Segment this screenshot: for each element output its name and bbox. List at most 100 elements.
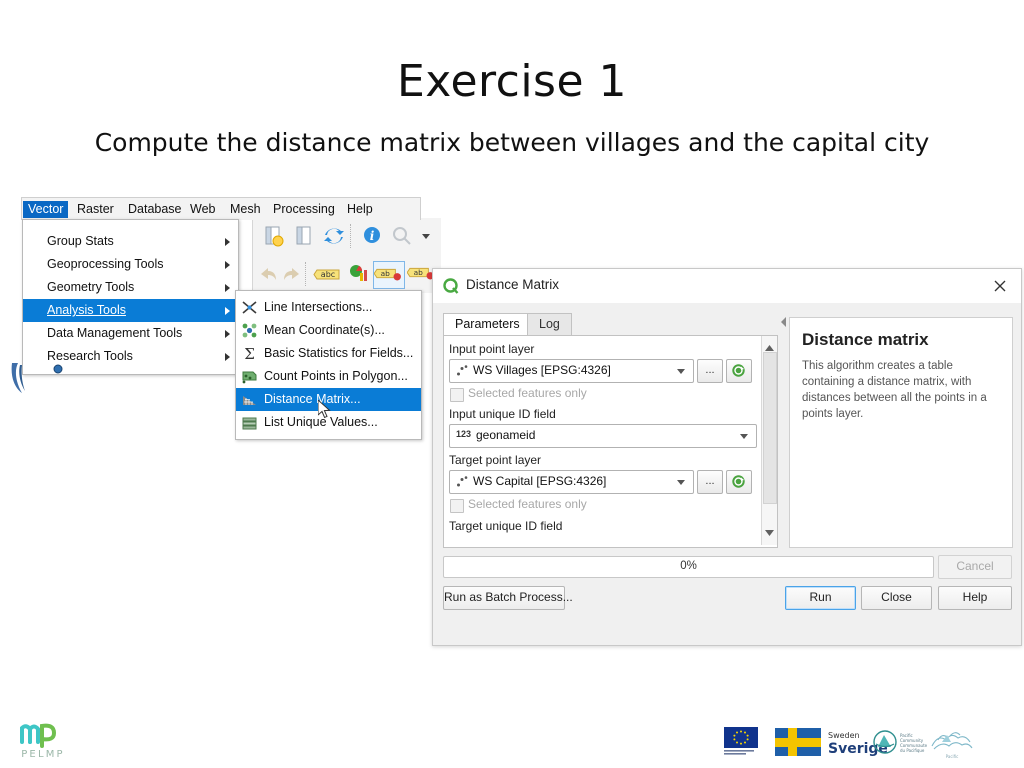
menu-vector[interactable]: Vector xyxy=(23,201,69,218)
submenu-item-line-intersections-label: Line Intersections... xyxy=(264,300,373,314)
input-point-layer-combo[interactable]: WS Villages [EPSG:4326] xyxy=(449,359,694,383)
menu-raster-label: Raster xyxy=(77,202,114,216)
cancel-button[interactable]: Cancel xyxy=(938,555,1012,579)
collapse-panel-handle[interactable] xyxy=(780,315,788,327)
submenu-item-count-points-in-polygon[interactable]: Count Points in Polygon... xyxy=(236,365,421,388)
run-as-batch-button-label: Run as Batch Process... xyxy=(444,590,573,604)
menu-item-group-stats[interactable]: Group Stats xyxy=(23,230,238,253)
submenu-item-distance-matrix[interactable]: Distance Matrix... xyxy=(236,388,421,419)
input-point-layer-browse-button[interactable]: ... xyxy=(697,359,723,383)
page-title: Exercise 1 xyxy=(396,56,628,107)
partner-logos: Sweden Sverige Pacific Community Communau… xyxy=(722,722,973,762)
tab-log-label: Log xyxy=(539,317,560,331)
help-button[interactable]: Help xyxy=(938,586,1012,610)
submenu-item-basic-statistics-label: Basic Statistics for Fields... xyxy=(264,346,414,360)
mean-coordinates-icon xyxy=(241,322,258,339)
menu-item-data-management-tools-label: Data Management Tools xyxy=(47,326,183,340)
label-ab-pin-icon[interactable]: ab xyxy=(373,261,405,289)
toolbar-separator-2 xyxy=(305,262,307,286)
help-body: This algorithm creates a table containin… xyxy=(802,360,987,420)
page-subtitle: Compute the distance matrix between vill… xyxy=(94,128,930,157)
target-point-layer-iterate-button[interactable] xyxy=(726,470,752,494)
input-unique-id-combo[interactable]: 123 geonameid xyxy=(449,424,757,448)
submenu-item-list-unique-values[interactable]: List Unique Values... xyxy=(236,411,421,434)
toolbar-row-bottom: abc ab ab xyxy=(253,256,441,293)
menu-item-geometry-tools-label: Geometry Tools xyxy=(47,280,135,294)
menu-top-padding xyxy=(23,220,238,230)
menu-item-geoprocessing-tools[interactable]: Geoprocessing Tools xyxy=(23,253,238,276)
label-abc-icon[interactable]: abc xyxy=(313,261,343,287)
close-button[interactable]: Close xyxy=(861,586,932,610)
chevron-right-icon xyxy=(225,238,230,246)
partner-circle-logo: Pacific Community Communaute du Pacifique xyxy=(870,722,928,762)
chevron-right-icon xyxy=(225,330,230,338)
redo-icon[interactable] xyxy=(279,261,305,287)
distance-matrix-icon xyxy=(241,391,258,408)
map-canvas-fragment[interactable] xyxy=(0,357,100,403)
chevron-down-icon xyxy=(677,369,685,374)
submenu-item-mean-coordinates-label: Mean Coordinate(s)... xyxy=(264,323,385,337)
parameters-pane: Parameters Log Input point layer WS Vill… xyxy=(443,313,778,548)
toolbar-separator xyxy=(350,224,352,248)
menu-help[interactable]: Help xyxy=(342,201,378,218)
target-point-layer-browse-button[interactable]: ... xyxy=(697,470,723,494)
tab-parameters[interactable]: Parameters xyxy=(443,313,532,336)
zoom-select-icon[interactable] xyxy=(389,223,415,249)
identify-features-icon[interactable]: i xyxy=(359,223,385,249)
diagram-icon[interactable] xyxy=(346,261,372,287)
menu-item-data-management-tools[interactable]: Data Management Tools xyxy=(23,322,238,345)
menu-item-geoprocessing-tools-label: Geoprocessing Tools xyxy=(47,257,164,271)
parameters-scrollbar[interactable] xyxy=(761,336,777,545)
point-layer-icon xyxy=(455,364,469,383)
selected-features-only-checkbox-2[interactable] xyxy=(450,499,464,513)
svg-text:abc: abc xyxy=(321,270,335,279)
help-button-label: Help xyxy=(962,590,988,604)
submenu-item-basic-statistics[interactable]: Σ Basic Statistics for Fields... xyxy=(236,342,421,365)
submenu-item-count-points-in-polygon-label: Count Points in Polygon... xyxy=(264,369,408,383)
cancel-button-label: Cancel xyxy=(956,559,994,573)
input-unique-id-type: 123 xyxy=(456,429,472,439)
menu-processing-label: Processing xyxy=(273,202,335,216)
target-point-layer-label: Target point layer xyxy=(449,453,542,467)
input-point-layer-iterate-button[interactable] xyxy=(726,359,752,383)
sigma-icon: Σ xyxy=(241,345,258,363)
input-point-layer-label: Input point layer xyxy=(449,342,535,356)
dialog-tabs: Parameters Log xyxy=(443,313,778,336)
undo-icon[interactable] xyxy=(255,261,281,287)
refresh-icon[interactable] xyxy=(321,223,347,249)
submenu-item-mean-coordinates[interactable]: Mean Coordinate(s)... xyxy=(236,319,421,342)
svg-text:Σ: Σ xyxy=(244,345,255,362)
menu-help-label: Help xyxy=(347,202,373,216)
menu-web[interactable]: Web xyxy=(185,201,220,218)
menu-item-analysis-tools[interactable]: Analysis Tools xyxy=(23,299,238,322)
dialog-titlebar[interactable]: Distance Matrix xyxy=(433,269,1021,303)
menu-processing[interactable]: Processing xyxy=(268,201,340,218)
iterate-layer-icon xyxy=(731,474,746,494)
svg-text:Pacific: Pacific xyxy=(946,754,959,759)
input-point-layer-value: WS Villages [EPSG:4326] xyxy=(473,363,611,377)
menu-database[interactable]: Database xyxy=(123,201,187,218)
open-project-icon[interactable] xyxy=(261,223,287,249)
menu-item-group-stats-label: Group Stats xyxy=(47,234,114,248)
dropdown-caret-icon[interactable] xyxy=(413,223,439,249)
tab-log[interactable]: Log xyxy=(527,313,572,336)
scroll-down-arrow-icon[interactable] xyxy=(765,524,774,542)
dialog-body: Parameters Log Input point layer WS Vill… xyxy=(433,303,1021,645)
target-point-layer-combo[interactable]: WS Capital [EPSG:4326] xyxy=(449,470,694,494)
chevron-down-icon xyxy=(740,434,748,439)
eu-flag-logo xyxy=(722,722,764,762)
save-project-icon[interactable] xyxy=(291,223,317,249)
menu-item-analysis-tools-label: Analysis Tools xyxy=(47,303,126,317)
submenu-item-distance-matrix-label: Distance Matrix... xyxy=(264,392,361,406)
menu-raster[interactable]: Raster xyxy=(72,201,119,218)
menu-mesh[interactable]: Mesh xyxy=(225,201,266,218)
submenu-item-line-intersections[interactable]: Line Intersections... xyxy=(236,296,421,319)
close-icon[interactable] xyxy=(989,275,1011,297)
selected-features-only-checkbox-1[interactable] xyxy=(450,388,464,402)
menu-item-geometry-tools[interactable]: Geometry Tools xyxy=(23,276,238,299)
sweden-label: Sweden xyxy=(828,731,860,740)
run-button[interactable]: Run xyxy=(785,586,856,610)
qgis-screenshot-fragment: i abc ab ab Vector Raster Database Web M… xyxy=(11,197,441,440)
scrollbar-thumb[interactable] xyxy=(763,352,777,504)
run-as-batch-button[interactable]: Run as Batch Process... xyxy=(443,586,573,610)
